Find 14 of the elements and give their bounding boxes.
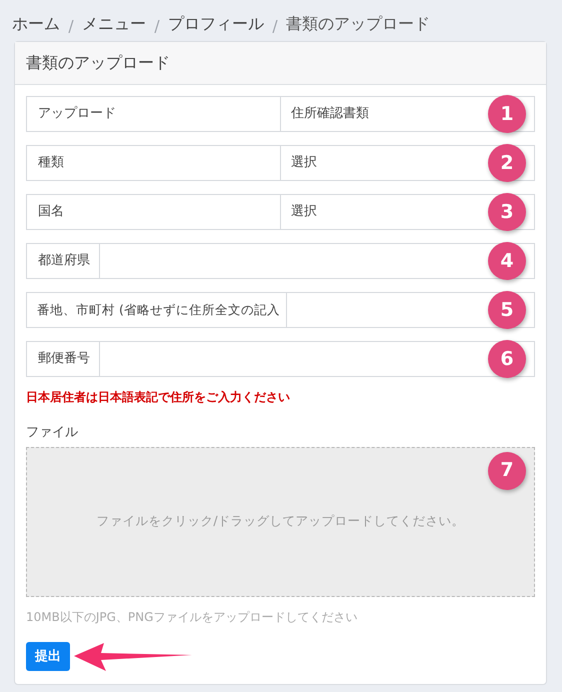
warning-text: 日本居住者は日本語表記で住所をご入力ください: [26, 389, 291, 406]
file-dropzone[interactable]: ファイルをクリック/ドラッグしてアップロードしてください。 7: [26, 446, 535, 596]
field-label: ファイル: [26, 424, 79, 442]
separator-icon: [272, 20, 278, 33]
card-header: 書類のアップロード: [15, 42, 546, 85]
number-badge: 7: [488, 452, 526, 490]
separator-icon: [154, 20, 160, 33]
submit-button[interactable]: 提出: [26, 642, 70, 672]
breadcrumb-link[interactable]: プロフィール: [168, 12, 264, 41]
breadcrumb-link[interactable]: メニュー: [82, 12, 146, 41]
separator-icon: [68, 20, 74, 33]
breadcrumb-link[interactable]: ホーム: [12, 12, 60, 41]
breadcrumb-current: 書類のアップロード: [286, 13, 430, 35]
help-text: 10MB以下のJPG、PNGファイルをアップロードしてください: [26, 608, 358, 626]
